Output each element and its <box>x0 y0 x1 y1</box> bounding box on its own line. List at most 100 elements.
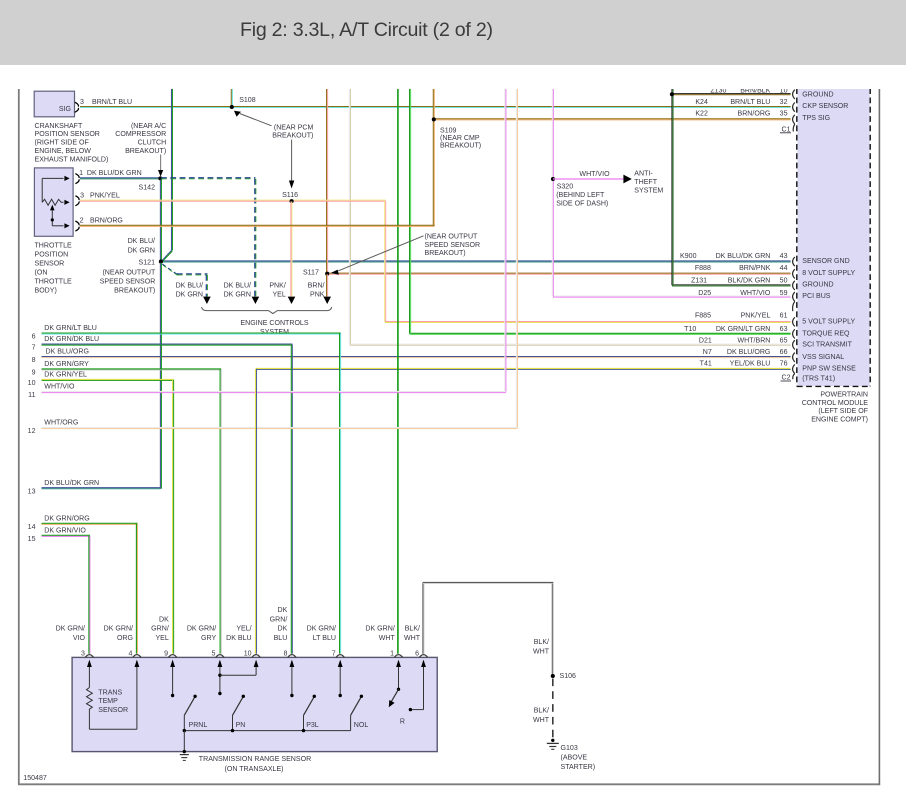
svg-text:66: 66 <box>780 349 788 356</box>
svg-text:BREAKOUT): BREAKOUT) <box>440 143 481 150</box>
svg-text:10: 10 <box>244 650 252 657</box>
svg-text:DK BLU/DK GRN: DK BLU/DK GRN <box>44 480 99 487</box>
svg-text:C1: C1 <box>781 126 790 133</box>
svg-text:7: 7 <box>32 345 36 352</box>
svg-text:S121: S121 <box>139 260 156 267</box>
svg-text:K24: K24 <box>695 99 708 106</box>
svg-text:SPEED SENSOR: SPEED SENSOR <box>100 279 156 286</box>
svg-text:8: 8 <box>283 650 287 657</box>
svg-text:61: 61 <box>780 313 788 320</box>
svg-text:ENGINE COMPT): ENGINE COMPT) <box>811 417 868 424</box>
svg-text:GRY: GRY <box>201 635 216 642</box>
svg-text:BRN/PNK: BRN/PNK <box>739 265 771 272</box>
svg-text:P3L: P3L <box>306 722 319 729</box>
svg-text:THROTTLE: THROTTLE <box>35 278 72 285</box>
svg-text:D21: D21 <box>699 338 712 345</box>
svg-text:DK BLU/: DK BLU/ <box>128 238 155 245</box>
svg-text:YEL/: YEL/ <box>236 626 251 633</box>
svg-text:BODY): BODY) <box>35 287 57 294</box>
svg-text:65: 65 <box>780 338 788 345</box>
svg-text:SIDE OF DASH): SIDE OF DASH) <box>556 201 608 208</box>
svg-text:DK BLU: DK BLU <box>226 635 251 642</box>
svg-text:DK GRN/GRY: DK GRN/GRY <box>44 361 89 368</box>
svg-text:TRANS: TRANS <box>98 690 122 697</box>
svg-text:WHT/ORG: WHT/ORG <box>44 420 78 427</box>
svg-text:D25: D25 <box>698 290 711 297</box>
svg-text:PN: PN <box>236 722 246 729</box>
svg-text:DK: DK <box>278 607 288 614</box>
svg-text:BREAKOUT): BREAKOUT) <box>125 148 166 155</box>
svg-text:8: 8 <box>32 357 36 364</box>
svg-text:BLK/: BLK/ <box>405 626 420 633</box>
svg-text:9: 9 <box>32 370 36 377</box>
svg-text:GRN/: GRN/ <box>151 626 169 633</box>
svg-text:POSITION SENSOR: POSITION SENSOR <box>35 131 100 138</box>
svg-text:Z131: Z131 <box>691 277 707 284</box>
svg-text:ENGINE, BELOW: ENGINE, BELOW <box>35 148 92 155</box>
svg-text:Z130: Z130 <box>710 88 726 95</box>
svg-text:43: 43 <box>780 253 788 260</box>
svg-text:15: 15 <box>28 536 36 543</box>
svg-text:YEL: YEL <box>155 635 168 642</box>
svg-text:7: 7 <box>332 650 336 657</box>
svg-text:50: 50 <box>780 277 788 284</box>
svg-text:BRN/ORG: BRN/ORG <box>90 218 123 225</box>
svg-text:9: 9 <box>164 650 168 657</box>
svg-text:T41: T41 <box>700 360 712 367</box>
svg-text:SYSTEM: SYSTEM <box>260 329 289 336</box>
svg-text:(RIGHT SIDE OF: (RIGHT SIDE OF <box>35 140 90 147</box>
svg-text:3: 3 <box>81 650 85 657</box>
svg-text:DK GRN/VIO: DK GRN/VIO <box>44 527 86 534</box>
svg-text:R: R <box>400 719 405 726</box>
svg-text:S106: S106 <box>560 673 577 680</box>
svg-text:DK BLU/ORG: DK BLU/ORG <box>46 349 89 356</box>
svg-text:DK BLU/ORG: DK BLU/ORG <box>727 349 770 356</box>
svg-text:S142: S142 <box>139 184 156 191</box>
svg-text:(NEAR OUTPUT: (NEAR OUTPUT <box>102 269 156 276</box>
svg-text:PNK/YEL: PNK/YEL <box>90 192 120 199</box>
svg-text:PNK/YEL: PNK/YEL <box>741 313 771 320</box>
svg-text:2: 2 <box>80 218 84 225</box>
svg-text:(ON TRANSAXLE): (ON TRANSAXLE) <box>225 766 284 773</box>
svg-text:S108: S108 <box>239 97 256 104</box>
svg-text:CLUTCH: CLUTCH <box>138 140 167 147</box>
svg-text:DK GRN/: DK GRN/ <box>187 626 216 633</box>
svg-text:TEMP: TEMP <box>98 698 118 705</box>
svg-text:DK GRN: DK GRN <box>128 248 155 255</box>
svg-text:GROUND: GROUND <box>802 282 833 289</box>
svg-text:T10: T10 <box>684 326 696 333</box>
svg-text:DK GRN/: DK GRN/ <box>307 626 336 633</box>
svg-text:WHT: WHT <box>379 635 396 642</box>
svg-text:S320: S320 <box>557 184 574 191</box>
svg-text:ANTI-: ANTI- <box>634 170 653 177</box>
svg-text:5 VOLT SUPPLY: 5 VOLT SUPPLY <box>802 319 855 326</box>
svg-text:COMPRESSOR: COMPRESSOR <box>115 131 166 138</box>
svg-text:YEL: YEL <box>272 291 285 298</box>
svg-text:WHT: WHT <box>533 649 550 656</box>
svg-text:THEFT: THEFT <box>634 179 657 186</box>
svg-text:TRANSMISSION RANGE SENSOR: TRANSMISSION RANGE SENSOR <box>199 756 311 763</box>
svg-text:CRANKSHAFT: CRANKSHAFT <box>35 123 83 130</box>
svg-text:TPS SIG: TPS SIG <box>802 115 830 122</box>
svg-text:6: 6 <box>32 334 36 341</box>
svg-text:4: 4 <box>128 650 132 657</box>
svg-text:DK GRN/: DK GRN/ <box>56 626 85 633</box>
svg-text:DK BLU/DK GRN: DK BLU/DK GRN <box>716 253 771 260</box>
svg-text:DK: DK <box>278 626 288 633</box>
svg-text:DK GRN/LT BLU: DK GRN/LT BLU <box>44 325 97 332</box>
svg-text:CKP SENSOR: CKP SENSOR <box>802 103 848 110</box>
svg-text:BRN/BLK: BRN/BLK <box>740 88 770 95</box>
svg-text:K22: K22 <box>695 111 708 118</box>
svg-text:SENSOR: SENSOR <box>98 707 128 714</box>
svg-text:VIO: VIO <box>73 635 86 642</box>
svg-text:(NEAR PCM: (NEAR PCM <box>274 124 314 131</box>
svg-text:DK GRN/LT GRN: DK GRN/LT GRN <box>716 326 771 333</box>
svg-text:F885: F885 <box>695 313 711 320</box>
svg-text:NOL: NOL <box>354 722 369 729</box>
svg-text:BREAKOUT): BREAKOUT) <box>272 132 313 139</box>
svg-text:BLK/DK GRN: BLK/DK GRN <box>728 277 771 284</box>
svg-text:10: 10 <box>28 380 36 387</box>
svg-text:3: 3 <box>80 99 84 106</box>
svg-text:DK BLU/: DK BLU/ <box>224 283 251 290</box>
svg-text:3: 3 <box>80 192 84 199</box>
